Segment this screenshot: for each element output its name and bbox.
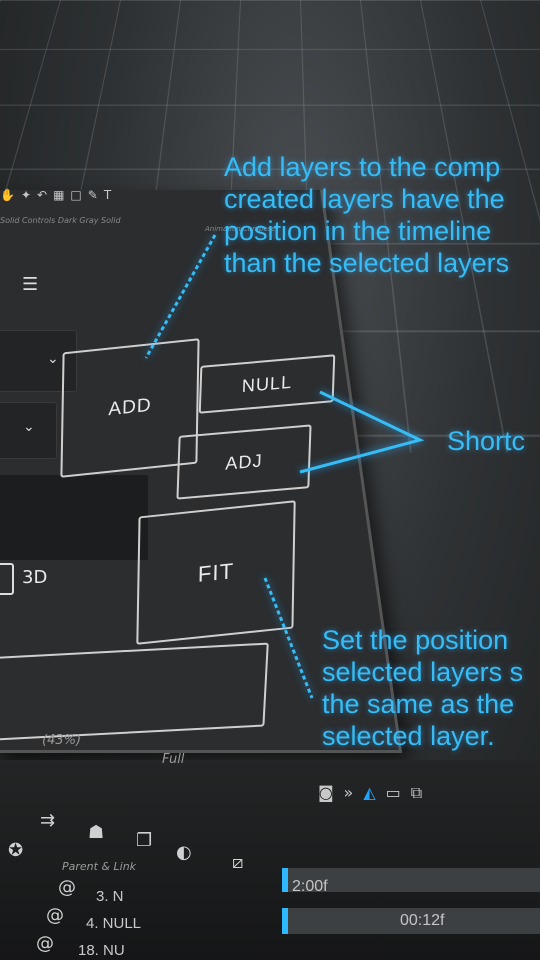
annotation-line: than the selected layers — [224, 247, 510, 278]
annotation-line: Add layers to the comp — [224, 152, 501, 182]
fit-annotation: Set the position selected layers s the s… — [322, 625, 523, 752]
annotation-line: selected layer. — [322, 720, 495, 751]
annotation-line: selected layers s — [322, 656, 524, 687]
annotation-line: created layers have the — [224, 183, 505, 214]
annotation-line: the same as the — [322, 688, 515, 719]
add-annotation: Add layers to the comp created layers ha… — [224, 152, 509, 279]
annotation-lines — [144, 234, 425, 699]
annotation-line: Set the position — [322, 625, 509, 655]
shortcut-annotation: Shortc — [447, 426, 526, 456]
annotation-line: position in the timeline — [224, 215, 492, 246]
